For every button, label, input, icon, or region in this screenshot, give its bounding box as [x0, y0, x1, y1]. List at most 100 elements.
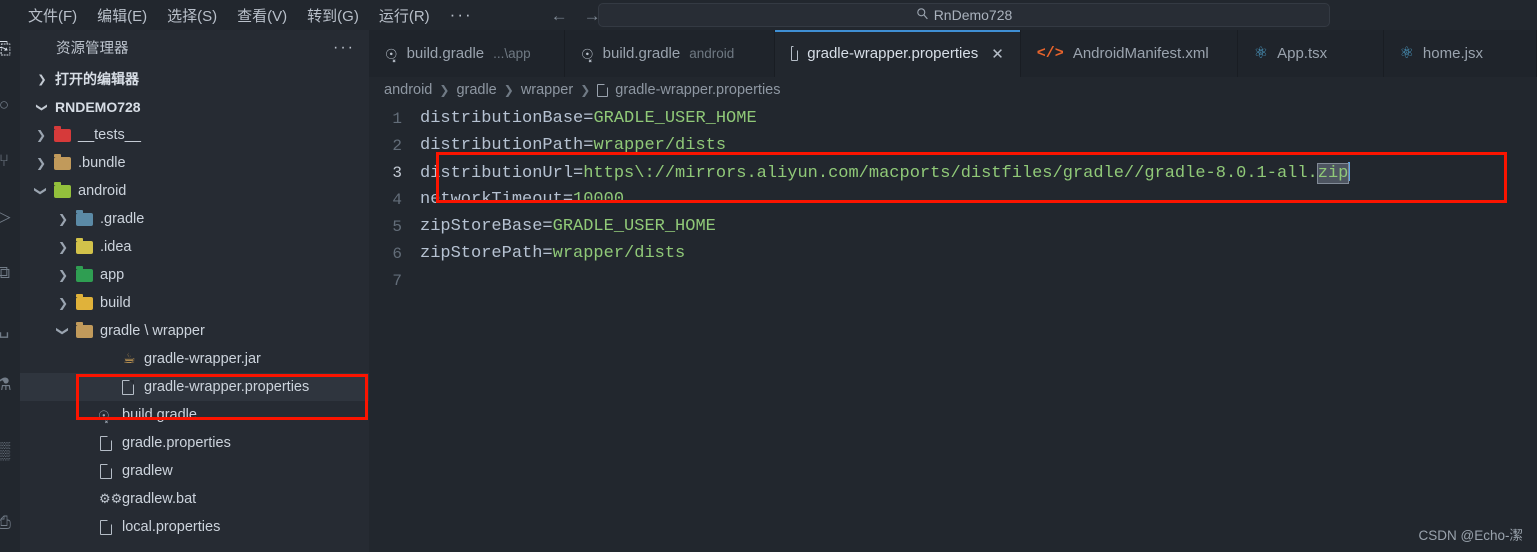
tree-item[interactable]: ❯ gradle \ wrapper [20, 317, 369, 345]
testing-icon[interactable]: ⚗ [0, 372, 18, 398]
code-line[interactable]: 6 zipStorePath=wrapper/dists [369, 240, 1537, 267]
code-line[interactable]: 7 [369, 267, 1537, 294]
tree-item-label: local.properties [122, 519, 221, 535]
property-key: distributionUrl= [420, 164, 584, 183]
tree-item[interactable]: ❯ .bundle [20, 149, 369, 177]
tree-item[interactable]: gradle-wrapper.properties [20, 373, 369, 401]
editor-tab[interactable]: ⚛ App.tsx [1238, 30, 1384, 77]
search-icon-activitybar[interactable]: ○ [0, 92, 18, 118]
folder-icon [76, 266, 94, 284]
editor-tab-label: home.jsx [1422, 45, 1483, 62]
more-views-icon[interactable]: ▒ [0, 438, 18, 464]
editor-tab-path: android [689, 46, 735, 61]
explorer-more-actions-icon[interactable]: ··· [333, 39, 355, 57]
tree-item[interactable]: ❯ app [20, 261, 369, 289]
search-value: RnDemo728 [933, 7, 1013, 23]
code-line[interactable]: 3 distributionUrl=https\://mirrors.aliyun… [369, 159, 1537, 186]
chevron-right-icon: ❯ [503, 83, 514, 97]
tree-item[interactable]: ⚙⚙ gradlew.bat [20, 485, 369, 513]
chevron-down-icon: ❯ [34, 185, 48, 197]
editor-tab[interactable]: </> AndroidManifest.xml [1021, 30, 1238, 77]
line-number: 1 [392, 109, 402, 128]
breadcrumb-android[interactable]: android [384, 82, 432, 98]
code-line-text: distributionBase=GRADLE_USER_HOME [420, 109, 757, 128]
menu-item-edit[interactable]: 编辑(E) [87, 3, 157, 28]
menu-item-file[interactable]: 文件(F) [18, 3, 87, 28]
editor-tab[interactable]: ☉͓ build.gradle android [565, 30, 776, 77]
remote-explorer-icon[interactable]: ␣ [0, 316, 18, 342]
tree-item[interactable]: ❯ __tests__ [20, 121, 369, 149]
breadcrumb-file[interactable]: gradle-wrapper.properties [615, 82, 780, 98]
editor-tab[interactable]: gradle-wrapper.properties ✕ [775, 30, 1021, 77]
tree-item-label: build [100, 295, 131, 311]
command-center-search[interactable]: RnDemo728 [598, 3, 1330, 27]
gradle-elephant-icon: ☉͓ [385, 45, 398, 62]
editor-tab[interactable]: ⚛ home.jsx [1384, 30, 1537, 77]
tree-item[interactable]: gradlew [20, 457, 369, 485]
tree-item[interactable]: ❯ .gradle [20, 205, 369, 233]
tree-item[interactable]: local.properties [20, 513, 369, 541]
code-line[interactable]: 1 distributionBase=GRADLE_USER_HOME [369, 105, 1537, 132]
search-icon [916, 7, 929, 23]
explorer-icon[interactable]: ⎘ [0, 36, 18, 62]
tree-item-label: android [78, 183, 127, 199]
gradle-elephant-icon: ☉͓ [98, 408, 110, 423]
editor-area: ☉͓ build.gradle ...\app ☉͓ build.gradle andro… [369, 30, 1537, 552]
extensions-icon[interactable]: ⧉ [0, 260, 18, 286]
section-open-editors[interactable]: ❯ 打开的编辑器 [20, 65, 369, 93]
chevron-right-icon: ❯ [439, 83, 450, 97]
chevron-down-icon: ❯ [35, 102, 48, 112]
tree-item-label: gradlew [122, 463, 173, 479]
editor-tab-label: AndroidManifest.xml [1072, 45, 1209, 62]
chevron-right-icon: ❯ [37, 73, 47, 86]
line-number: 6 [392, 244, 402, 263]
breadcrumb-gradle[interactable]: gradle [456, 82, 496, 98]
menu-item-select[interactable]: 选择(S) [157, 3, 227, 28]
tree-item-label: gradle-wrapper.properties [144, 379, 310, 395]
back-arrow-icon[interactable]: ← [551, 7, 568, 24]
property-key: zipStorePath= [420, 244, 553, 263]
watermark: CSDN @Echo-潔 [1418, 528, 1523, 543]
code-editor[interactable]: 1 distributionBase=GRADLE_USER_HOME 2 distr… [369, 103, 1537, 294]
tree-item[interactable]: ❯ build [20, 289, 369, 317]
tree-item-label: gradle \ wrapper [100, 323, 205, 339]
chevron-right-icon: ❯ [35, 156, 47, 170]
editor-tab-label: gradle-wrapper.properties [807, 45, 979, 62]
section-project-root[interactable]: ❯ RNDEMO728 [20, 93, 369, 121]
file-tree: ❯ __tests__ ❯ .bundle ❯ android ❯ .gradle ❯ .idea… [20, 121, 369, 541]
account-icon[interactable]: ⎙ [0, 510, 18, 536]
line-number: 7 [392, 271, 402, 290]
section-open-editors-label: 打开的编辑器 [55, 71, 139, 87]
property-value: GRADLE_USER_HOME [552, 217, 716, 236]
tree-item-label: __tests__ [78, 127, 141, 143]
close-icon[interactable]: ✕ [991, 45, 1004, 63]
tree-item-label: gradle-wrapper.jar [144, 351, 261, 367]
tree-item[interactable]: ❯ .idea [20, 233, 369, 261]
breadcrumb-wrapper[interactable]: wrapper [521, 82, 573, 98]
property-key: distributionBase= [420, 109, 594, 128]
menu-item-run[interactable]: 运行(R) [369, 3, 440, 28]
source-control-icon[interactable]: ⑂ [0, 148, 18, 174]
code-line[interactable]: 5 zipStoreBase=GRADLE_USER_HOME [369, 213, 1537, 240]
explorer-sidebar: 资源管理器 ··· ❯ 打开的编辑器 ❯ RNDEMO728 ❯ __tests_… [20, 30, 369, 552]
menu-overflow-icon[interactable]: ··· [440, 5, 483, 25]
editor-tab-label: App.tsx [1277, 45, 1328, 62]
gradle-elephant-icon: ☉͓ [581, 45, 594, 62]
folder-icon [54, 126, 72, 144]
tree-item-label: .bundle [78, 155, 126, 171]
code-line[interactable]: 2 distributionPath=wrapper/dists [369, 132, 1537, 159]
file-icon [120, 378, 138, 396]
editor-tab-path: ...\app [493, 46, 531, 61]
xml-icon: </> [1036, 45, 1064, 62]
menu-item-goto[interactable]: 转到(G) [297, 3, 369, 28]
tree-item[interactable]: ☕ gradle-wrapper.jar [20, 345, 369, 373]
line-number: 2 [392, 136, 402, 155]
tree-item[interactable]: gradle.properties [20, 429, 369, 457]
run-debug-icon[interactable]: ▷ [0, 204, 18, 230]
code-line[interactable]: 4 networkTimeout=10000 [369, 186, 1537, 213]
menu-item-view[interactable]: 查看(V) [227, 3, 297, 28]
tree-item[interactable]: ❯ android [20, 177, 369, 205]
tree-item[interactable]: ☉͓ build.gradle [20, 401, 369, 429]
vscode-window: 文件(F) 编辑(E) 选择(S) 查看(V) 转到(G) 运行(R) ··· … [0, 0, 1537, 552]
editor-tab[interactable]: ☉͓ build.gradle ...\app [369, 30, 566, 77]
